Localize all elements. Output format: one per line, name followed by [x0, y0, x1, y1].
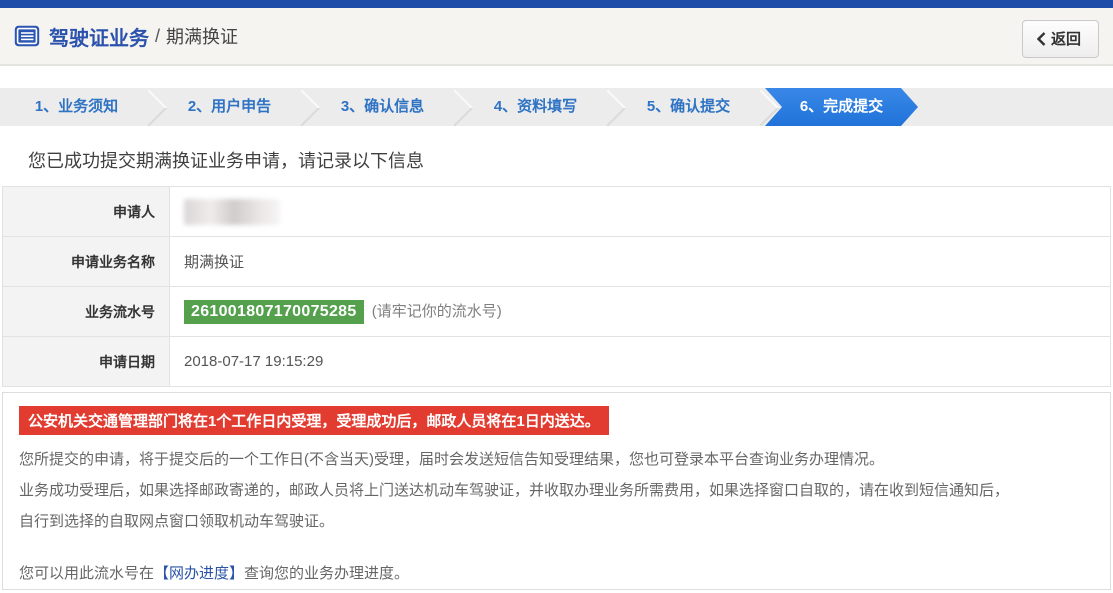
- table-row-applicant: 申请人: [3, 187, 1111, 237]
- applicant-value: [170, 187, 1111, 237]
- breadcrumb-service-category: 驾驶证业务: [49, 22, 149, 51]
- table-row-serial-number: 业务流水号 261001807170075285 (请牢记你的流水号): [3, 287, 1111, 337]
- apply-date-label: 申请日期: [3, 337, 170, 387]
- step-tab-6-active[interactable]: 6、完成提交: [765, 88, 918, 126]
- serial-number-hint: (请牢记你的流水号): [372, 303, 502, 320]
- chevron-left-icon: [1037, 32, 1046, 46]
- applicant-label: 申请人: [3, 187, 170, 237]
- step-tab-4[interactable]: 4、资料填写: [459, 88, 612, 126]
- list-icon: [14, 25, 40, 47]
- success-message: 您已成功提交期满换证业务申请，请记录以下信息: [28, 147, 1113, 173]
- step-tab-5[interactable]: 5、确认提交: [612, 88, 765, 126]
- page-header: 驾驶证业务 / 期满换证 返回: [0, 8, 1113, 66]
- back-button-label: 返回: [1051, 28, 1081, 49]
- notice-line-1: 您所提交的申请，将于提交后的一个工作日(不含当天)受理，届时会发送短信告知受理结…: [19, 444, 1094, 475]
- processing-alert-banner: 公安机关交通管理部门将在1个工作日内受理，受理成功后，邮政人员将在1日内送达。: [19, 406, 609, 435]
- step-wizard-bar: 1、业务须知 2、用户申告 3、确认信息 4、资料填写 5、确认提交 6、完成提…: [0, 88, 1113, 126]
- notice-line-2: 业务成功受理后，如果选择邮政寄递的，邮政人员将上门送达机动车驾驶证，并收取办理业…: [19, 475, 1094, 506]
- progress-query-suffix: 查询您的业务办理进度。: [244, 565, 409, 582]
- breadcrumb-current-service: 期满换证: [166, 23, 238, 49]
- step-tab-3[interactable]: 3、确认信息: [306, 88, 459, 126]
- table-row-apply-date: 申请日期 2018-07-17 19:15:29: [3, 337, 1111, 387]
- progress-query-line: 您可以用此流水号在【网办进度】查询您的业务办理进度。: [19, 558, 1094, 589]
- apply-date-value: 2018-07-17 19:15:29: [170, 337, 1111, 387]
- breadcrumb-separator: /: [155, 26, 160, 47]
- top-accent-bar: [0, 0, 1113, 8]
- notice-panel: 公安机关交通管理部门将在1个工作日内受理，受理成功后，邮政人员将在1日内送达。 …: [2, 392, 1111, 590]
- serial-number-badge: 261001807170075285: [184, 300, 364, 324]
- back-button[interactable]: 返回: [1022, 20, 1099, 58]
- notice-line-3: 自行到选择的自取网点窗口领取机动车驾驶证。: [19, 506, 1094, 537]
- progress-query-prefix: 您可以用此流水号在: [19, 565, 154, 582]
- step-tab-1[interactable]: 1、业务须知: [0, 88, 153, 126]
- serial-number-value: 261001807170075285 (请牢记你的流水号): [170, 287, 1111, 337]
- step-tab-2[interactable]: 2、用户申告: [153, 88, 306, 126]
- table-row-service-name: 申请业务名称 期满换证: [3, 237, 1111, 287]
- application-info-table: 申请人 申请业务名称 期满换证 业务流水号 261001807170075285…: [2, 186, 1111, 387]
- progress-query-link[interactable]: 【网办进度】: [154, 565, 244, 582]
- service-name-value: 期满换证: [170, 237, 1111, 287]
- step-bar-filler: [918, 88, 1113, 126]
- serial-number-label: 业务流水号: [3, 287, 170, 337]
- redacted-name: [184, 199, 280, 225]
- service-name-label: 申请业务名称: [3, 237, 170, 287]
